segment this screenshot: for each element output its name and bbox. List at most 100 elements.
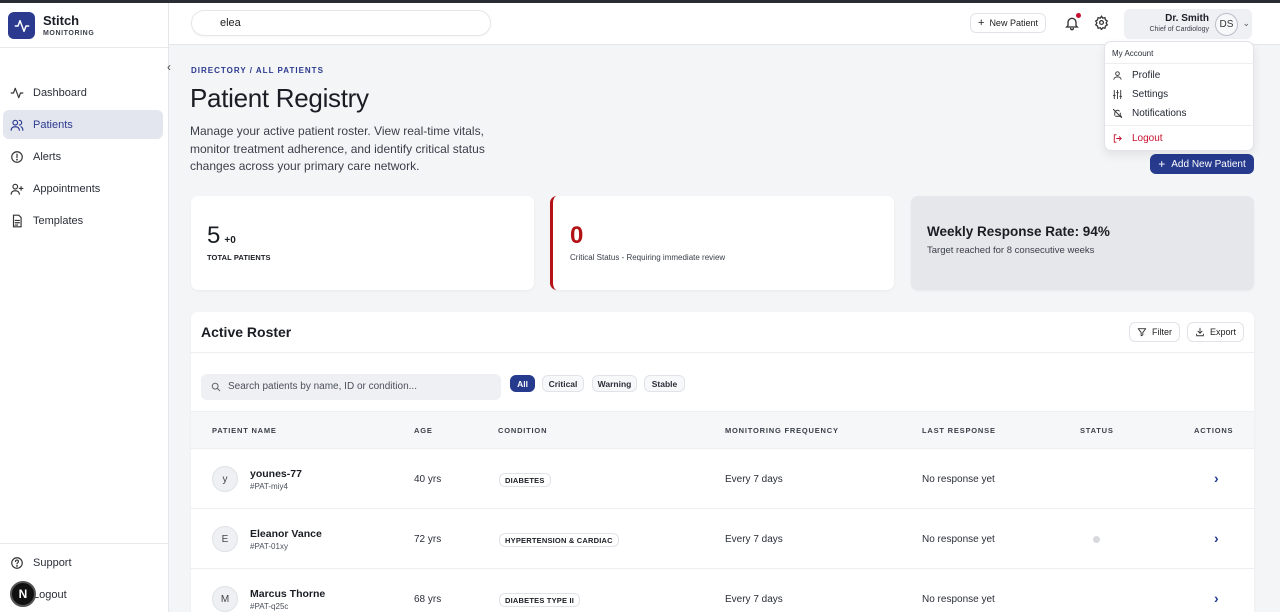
top-bar: elea + New Patient Dr. Smith Chief of Ca… — [169, 3, 1280, 45]
add-new-patient-label: Add New Patient — [1171, 158, 1246, 170]
patient-search-placeholder: Search patients by name, ID or condition… — [228, 381, 417, 392]
monitoring-frequency: Every 7 days — [725, 474, 783, 485]
sidebar-item-support[interactable]: Support — [10, 556, 72, 570]
roster-title: Active Roster — [201, 324, 292, 340]
export-button[interactable]: Export — [1187, 322, 1245, 342]
notification-dot — [1076, 13, 1081, 18]
new-patient-button[interactable]: + New Patient — [970, 13, 1046, 33]
framework-badge[interactable]: N — [10, 581, 36, 607]
chevron-right-icon[interactable]: › — [1214, 530, 1226, 546]
total-patients-value: 5 +0 — [207, 222, 236, 250]
user-icon — [1113, 71, 1122, 80]
divider — [0, 543, 168, 544]
patient-avatar: M — [212, 586, 238, 612]
status-indicator — [1093, 536, 1100, 543]
condition-badge: DIABETES TYPE II — [499, 593, 581, 607]
table-row[interactable]: E Eleanor Vance #PAT-01xy 72 yrs HYPERTE… — [191, 509, 1254, 569]
avatar: DS — [1215, 13, 1238, 36]
menu-item-settings[interactable]: Settings — [1112, 89, 1168, 100]
new-patient-label: New Patient — [989, 18, 1038, 28]
sidebar-item-templates[interactable]: Templates — [3, 206, 163, 235]
filter-chip-all[interactable]: All — [510, 375, 535, 392]
response-rate-subtitle: Target reached for 8 consecutive weeks — [927, 245, 1095, 256]
column-header-frequency: MONITORING FREQUENCY — [725, 426, 839, 435]
menu-item-profile[interactable]: Profile — [1112, 70, 1160, 81]
filter-chip-stable[interactable]: Stable — [644, 375, 685, 392]
active-roster-panel: Active Roster Filter Export Search patie… — [191, 312, 1254, 612]
chevron-right-icon[interactable]: › — [1214, 590, 1226, 606]
column-header-patient-name: PATIENT NAME — [212, 426, 277, 435]
column-header-status: STATUS — [1080, 426, 1114, 435]
response-rate-card: Weekly Response Rate: 94% Target reached… — [911, 196, 1254, 290]
monitoring-frequency: Every 7 days — [725, 534, 783, 545]
collapse-sidebar-icon[interactable]: ‹ — [163, 60, 175, 74]
logout-icon — [1113, 134, 1122, 143]
logout-label: Logout — [1132, 133, 1163, 144]
user-menu[interactable]: Dr. Smith Chief of Cardiology DS ⌄ — [1124, 9, 1252, 39]
critical-status-card: 0 Critical Status - Requiring immediate … — [550, 196, 894, 290]
patient-search-input[interactable]: Search patients by name, ID or condition… — [201, 374, 501, 400]
sliders-icon — [1112, 89, 1123, 100]
total-patients-delta: +0 — [224, 235, 236, 246]
condition-badge: DIABETES — [499, 473, 551, 487]
total-patients-label: TOTAL PATIENTS — [207, 253, 271, 262]
download-icon — [1196, 327, 1204, 337]
filter-chip-warning[interactable]: Warning — [592, 375, 637, 392]
divider — [1105, 125, 1255, 126]
search-icon — [211, 382, 221, 392]
sidebar-item-label: Patients — [33, 118, 73, 131]
divider — [1105, 63, 1255, 64]
column-header-condition: CONDITION — [498, 426, 548, 435]
menu-item-label: Settings — [1132, 89, 1169, 100]
sidebar: Stitch MONITORING ‹ Dashboard Patients A… — [0, 3, 171, 612]
sidebar-nav: Dashboard Patients Alerts Appointments T… — [3, 78, 163, 238]
brand-name: Stitch — [43, 13, 80, 28]
chevron-right-icon[interactable]: › — [1214, 470, 1226, 486]
sidebar-item-appointments[interactable]: Appointments — [3, 174, 163, 203]
sidebar-item-label: Templates — [33, 214, 84, 227]
sidebar-item-patients[interactable]: Patients — [3, 110, 163, 139]
critical-count: 0 — [570, 222, 584, 249]
export-label: Export — [1210, 327, 1237, 337]
menu-item-label: Notifications — [1132, 108, 1187, 119]
user-role: Chief of Cardiology — [1149, 26, 1209, 33]
bell-off-icon — [1112, 108, 1123, 119]
add-new-patient-button[interactable]: + Add New Patient — [1150, 154, 1254, 174]
user-name: Dr. Smith — [1165, 13, 1209, 24]
activity-logo-icon — [8, 12, 35, 39]
patient-avatar: E — [212, 526, 238, 552]
account-dropdown: My Account Profile Settings Notification… — [1104, 41, 1255, 151]
breadcrumb: DIRECTORY / ALL PATIENTS — [191, 66, 324, 75]
table-row[interactable]: y younes-77 #PAT-miy4 40 yrs DIABETES Ev… — [191, 449, 1254, 509]
table-row[interactable]: M Marcus Thorne #PAT-q25c 68 yrs DIABETE… — [191, 569, 1254, 612]
page-title: Patient Registry — [190, 83, 369, 113]
last-response: No response yet — [922, 534, 995, 545]
chevron-down-icon: ⌄ — [1242, 18, 1250, 28]
global-search-input[interactable]: elea — [191, 10, 491, 36]
file-text-icon — [12, 214, 22, 227]
last-response: No response yet — [922, 594, 995, 605]
user-plus-icon — [10, 183, 24, 195]
sidebar-item-label: Appointments — [33, 182, 101, 195]
filter-button[interactable]: Filter — [1129, 322, 1180, 342]
sidebar-item-dashboard[interactable]: Dashboard — [3, 78, 163, 107]
menu-item-notifications[interactable]: Notifications — [1112, 108, 1186, 119]
sidebar-item-label: Dashboard — [33, 86, 87, 99]
filter-chip-critical[interactable]: Critical — [542, 375, 584, 392]
gear-icon[interactable] — [1094, 15, 1109, 30]
brand[interactable]: Stitch MONITORING — [8, 12, 94, 39]
logout-label: Logout — [33, 589, 67, 601]
dropdown-header: My Account — [1112, 49, 1154, 58]
sidebar-item-alerts[interactable]: Alerts — [3, 142, 163, 171]
plus-icon: + — [1158, 157, 1166, 171]
critical-label: Critical Status - Requiring immediate re… — [570, 253, 726, 262]
sidebar-item-label: Alerts — [33, 150, 62, 163]
patient-id: #PAT-01xy — [250, 542, 288, 551]
divider — [191, 352, 1254, 353]
users-icon — [10, 119, 24, 131]
menu-item-logout[interactable]: Logout — [1112, 133, 1163, 144]
patient-age: 72 yrs — [414, 534, 442, 545]
column-header-last-response: LAST RESPONSE — [922, 426, 996, 435]
last-response: No response yet — [922, 474, 995, 485]
support-label: Support — [33, 557, 72, 569]
